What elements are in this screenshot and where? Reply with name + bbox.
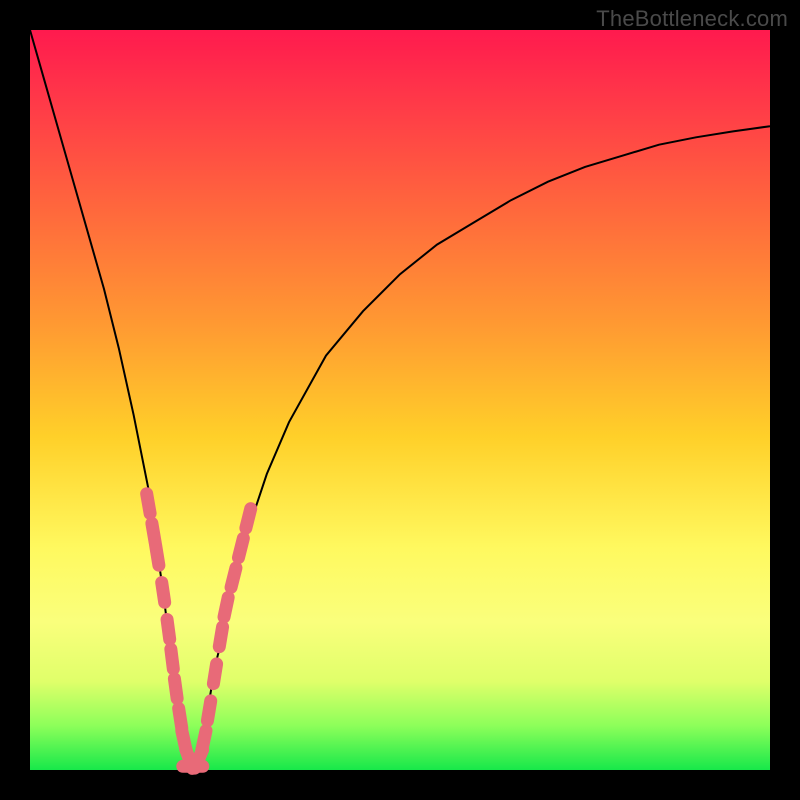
chart-frame xyxy=(30,30,770,770)
marker-pill xyxy=(207,701,210,721)
marker-pill xyxy=(167,619,170,639)
marker-pill xyxy=(156,546,159,566)
marker-pill xyxy=(162,583,165,603)
bottleneck-plot xyxy=(30,30,770,770)
marker-pill xyxy=(174,679,177,699)
watermark-text: TheBottleneck.com xyxy=(596,6,788,32)
marker-pill xyxy=(213,664,216,684)
marker-pill xyxy=(219,627,222,647)
marker-pill xyxy=(224,597,228,617)
marker-pill xyxy=(202,731,206,751)
marker-pill xyxy=(231,568,236,587)
marker-pill xyxy=(246,509,251,528)
marker-pill xyxy=(238,538,243,557)
marker-cluster xyxy=(147,494,251,769)
marker-pill xyxy=(147,494,150,514)
bottleneck-curve xyxy=(30,30,770,770)
marker-pill xyxy=(171,649,173,669)
